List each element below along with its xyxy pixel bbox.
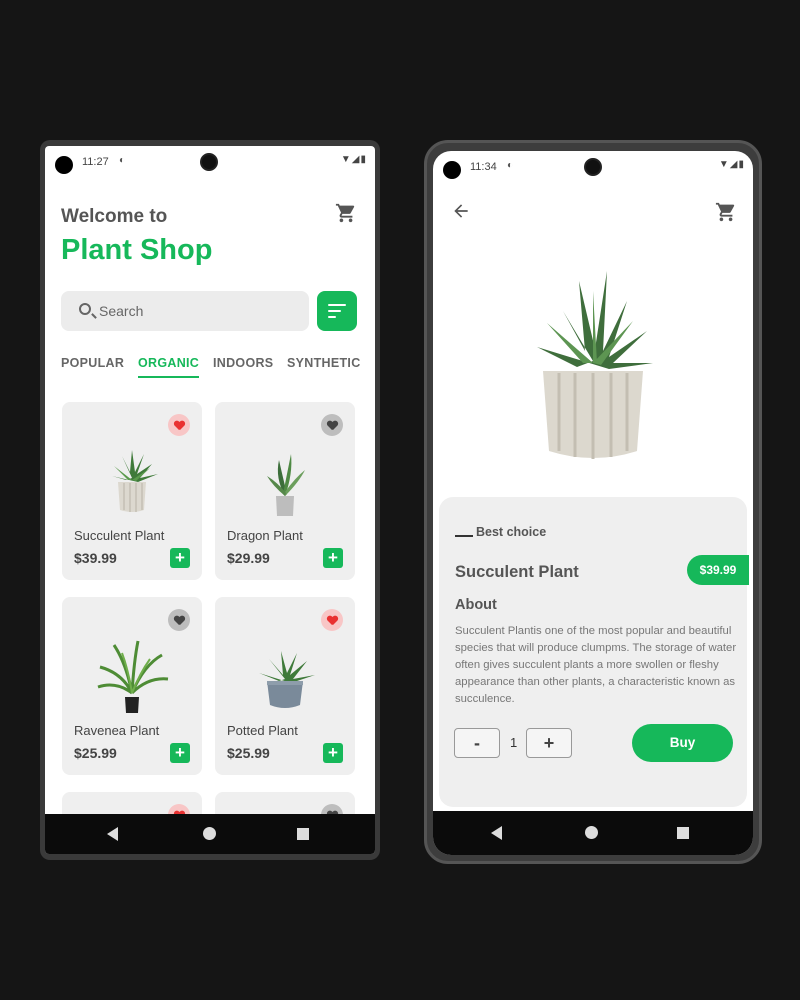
filter-icon xyxy=(328,304,346,306)
about-heading: About xyxy=(455,597,497,613)
product-price: $39.99 xyxy=(74,550,117,566)
front-camera xyxy=(200,153,218,171)
camera-hole xyxy=(443,161,461,179)
home-screen: 11:27 ◐ ▼◢▮ Welcome to Plant Shop POPULA… xyxy=(45,146,375,854)
heart-icon xyxy=(174,421,184,430)
notification-icon: ◐ xyxy=(507,160,514,171)
system-nav-bar xyxy=(433,811,753,855)
cart-icon[interactable] xyxy=(715,201,737,223)
search-icon xyxy=(79,303,91,315)
nav-recent-icon[interactable] xyxy=(677,827,689,839)
system-nav-bar xyxy=(45,814,375,854)
heart-icon xyxy=(174,616,184,625)
product-price: $25.99 xyxy=(74,745,117,761)
product-card-dragon[interactable]: Dragon Plant $29.99 + xyxy=(215,402,355,580)
add-icon[interactable]: + xyxy=(170,548,190,568)
dragon-plant-image xyxy=(267,454,305,516)
signal-battery-icon: ▼◢▮ xyxy=(340,154,367,165)
tab-indoors[interactable]: INDOORS xyxy=(213,356,273,370)
camera-hole xyxy=(55,156,73,174)
add-icon[interactable]: + xyxy=(323,548,343,568)
product-price: $29.99 xyxy=(227,550,270,566)
product-name: Succulent Plant xyxy=(74,528,165,543)
front-camera xyxy=(584,158,602,176)
product-description: Succulent Plantis one of the most popula… xyxy=(455,625,737,705)
increase-quantity-button[interactable]: + xyxy=(526,728,572,758)
product-card-succulent[interactable]: Succulent Plant $39.99 + xyxy=(62,402,202,580)
detail-panel: Best choice Succulent Plant $39.99 About… xyxy=(439,497,749,807)
status-bar: 11:34 ◐ ▼◢▮ xyxy=(433,151,753,181)
favorite-button[interactable] xyxy=(321,609,343,631)
add-icon[interactable]: + xyxy=(323,743,343,763)
tab-synthetic[interactable]: SYNTHETIC xyxy=(287,356,361,370)
nav-home-icon[interactable] xyxy=(203,827,216,840)
decrease-quantity-button[interactable]: - xyxy=(454,728,500,758)
succulent-plant-image xyxy=(112,450,158,512)
filter-icon-line xyxy=(328,310,341,312)
brand-title: Plant Shop xyxy=(61,234,213,266)
ravenea-plant-image xyxy=(97,640,169,713)
filter-icon-line xyxy=(328,316,336,318)
nav-back-icon[interactable] xyxy=(107,827,118,841)
back-arrow-icon[interactable] xyxy=(451,201,471,221)
product-card-ravenea[interactable]: Ravenea Plant $25.99 + xyxy=(62,597,202,775)
favorite-button[interactable] xyxy=(168,414,190,436)
heart-icon xyxy=(327,616,337,625)
status-time: 11:27 xyxy=(82,156,109,168)
phone-detail: 11:34 ◐ ▼◢▮ Best choice Succulent Plant … xyxy=(424,140,762,864)
product-name: Potted Plant xyxy=(227,723,298,738)
best-choice-tag: Best choice xyxy=(476,525,547,539)
filter-button[interactable] xyxy=(317,291,357,331)
potted-plant-image xyxy=(259,651,315,708)
detail-screen: 11:34 ◐ ▼◢▮ Best choice Succulent Plant … xyxy=(433,151,753,855)
product-price: $25.99 xyxy=(227,745,270,761)
price-badge: $39.99 xyxy=(687,555,749,585)
search-input[interactable] xyxy=(99,301,299,321)
buy-button[interactable]: Buy xyxy=(632,724,733,762)
cart-icon[interactable] xyxy=(335,202,357,224)
quantity-value: 1 xyxy=(510,735,518,750)
favorite-button[interactable] xyxy=(321,414,343,436)
notification-icon: ◐ xyxy=(119,155,126,166)
tab-organic[interactable]: ORGANIC xyxy=(138,356,200,378)
phone-home: 11:27 ◐ ▼◢▮ Welcome to Plant Shop POPULA… xyxy=(40,140,380,860)
favorite-button[interactable] xyxy=(168,609,190,631)
status-bar: 11:27 ◐ ▼◢▮ xyxy=(45,146,375,176)
signal-battery-icon: ▼◢▮ xyxy=(718,159,745,170)
product-name: Ravenea Plant xyxy=(74,723,160,738)
succulent-hero-image xyxy=(537,271,653,459)
nav-home-icon[interactable] xyxy=(585,826,598,839)
nav-back-icon[interactable] xyxy=(491,826,502,840)
tag-line xyxy=(455,535,473,537)
search-box[interactable] xyxy=(61,291,309,331)
category-tabs: POPULAR ORGANIC INDOORS SYNTHETIC xyxy=(61,356,371,386)
status-time: 11:34 xyxy=(470,161,497,173)
nav-recent-icon[interactable] xyxy=(297,828,309,840)
heart-icon xyxy=(327,421,337,430)
product-name: Dragon Plant xyxy=(227,528,303,543)
welcome-text: Welcome to xyxy=(61,206,168,227)
tab-popular[interactable]: POPULAR xyxy=(61,356,124,370)
product-title: Succulent Plant xyxy=(455,563,579,581)
product-card-potted[interactable]: Potted Plant $25.99 + xyxy=(215,597,355,775)
add-icon[interactable]: + xyxy=(170,743,190,763)
